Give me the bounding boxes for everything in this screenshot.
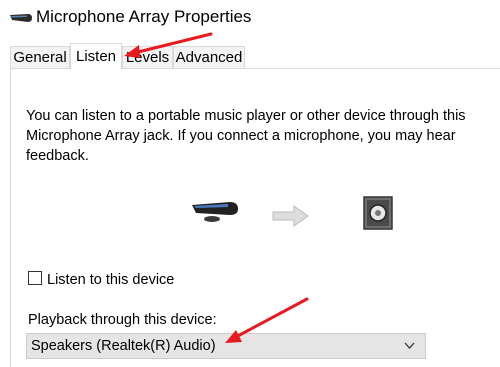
tab-general[interactable]: General [10, 46, 70, 68]
microphone-array-icon [10, 14, 32, 22]
tab-strip: General Listen Levels Advanced [10, 43, 500, 69]
chevron-down-icon [404, 342, 415, 349]
speaker-icon [363, 196, 393, 230]
playback-label: Playback through this device: [28, 312, 217, 328]
title-bar: Microphone Array Properties [0, 0, 500, 36]
tab-advanced[interactable]: Advanced [173, 46, 245, 68]
device-routing-illustration [0, 190, 500, 240]
window-title: Microphone Array Properties [36, 7, 252, 26]
microphone-array-icon [192, 202, 238, 222]
listen-to-device-checkbox[interactable] [28, 271, 42, 285]
listen-description: You can listen to a portable music playe… [26, 108, 466, 164]
tab-levels[interactable]: Levels [122, 46, 173, 68]
playback-device-value: Speakers (Realtek(R) Audio) [31, 338, 216, 354]
tab-listen[interactable]: Listen [70, 43, 122, 69]
right-arrow-icon [272, 205, 309, 227]
listen-to-device-label: Listen to this device [47, 272, 175, 288]
playback-device-dropdown[interactable]: Speakers (Realtek(R) Audio) [26, 333, 426, 359]
